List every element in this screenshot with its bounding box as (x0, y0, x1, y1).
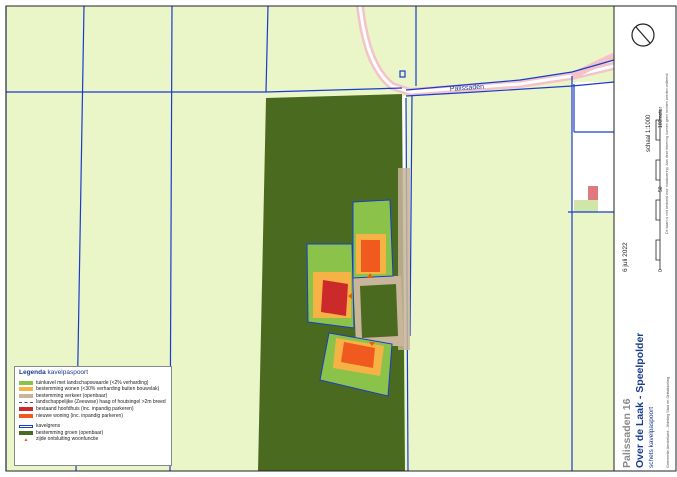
legend-label: tuinkavel met landschapswaarde (<2% verh… (36, 379, 149, 386)
legend-title-main: Legenda (19, 369, 46, 376)
legend-swatch (19, 394, 33, 399)
legend-item: bestemming verkeer (openbaar) (19, 393, 167, 400)
legend-label: bestemming wonen (<30% verharding buiten… (36, 386, 160, 393)
legend-swatch (19, 413, 33, 418)
legend-item: bestaand hoofdhuis (inc. inpandig parker… (19, 406, 167, 413)
disclaimer-text: De kaart is niet bedoeld voor maatvoerin… (665, 73, 669, 234)
legend-swatch (19, 387, 33, 392)
legend-item: nieuwe woning (inc. inpandig parkeren) (19, 413, 167, 420)
legend-label: bestemming verkeer (openbaar) (36, 392, 108, 399)
scale-tick-100: 100meter (658, 107, 664, 128)
legend-swatch (19, 380, 33, 385)
legend-label: zijde ontsluiting woonfunctie (36, 436, 99, 443)
building (588, 186, 598, 200)
legend-title: Legenda kavelpaspoort (19, 369, 167, 377)
groen-island (360, 284, 398, 338)
legend-label: bestaand hoofdhuis (inc. inpandig parker… (36, 405, 134, 412)
legend-label: kavelgrens (36, 423, 61, 430)
plot-north (352, 199, 394, 279)
subtitle-label: schets kavelpaspoort (648, 407, 655, 468)
legend-swatch (19, 402, 33, 404)
legend-item: ▲ zijde ontsluiting woonfunctie (23, 436, 99, 443)
project-title: Over de Laak - Speelpolder (634, 333, 646, 468)
scale-tick-0: 0 (658, 269, 664, 272)
legend: Legenda kavelpaspoort tuinkavel met land… (14, 366, 172, 466)
legend-item: landschappelijke (Zeeuwse) haag of houts… (19, 399, 167, 406)
plot-west (306, 243, 355, 329)
legend-item: bestemming wonen (<30% verharding buiten… (19, 386, 167, 393)
legend-swatch (19, 431, 33, 436)
legend-title-suffix: kavelpaspoort (47, 369, 89, 376)
scale-label: schaal 1:1000 (646, 114, 652, 152)
legend-item: tuinkavel met landschapswaarde (<2% verh… (19, 380, 167, 387)
title-block: De kaart is niet bedoeld voor maatvoerin… (613, 5, 677, 472)
legend-label: landschappelijke (Zeeuwse) haag of houts… (36, 399, 166, 406)
garden (574, 200, 598, 212)
scale-tick-50: 50 (658, 186, 664, 192)
legend-label: bestemming groen (openbaar) (36, 429, 104, 436)
legend-swatch (19, 407, 33, 412)
address-title: Palissaden 16 (621, 398, 633, 468)
legend-item: kavelgrens (19, 423, 167, 430)
legend-label: nieuwe woning (inc. inpandig parkeren) (36, 412, 123, 419)
legend-items: tuinkavel met landschapswaarde (<2% verh… (19, 380, 167, 443)
legend-item: bestemming groen (openbaar) (19, 430, 167, 437)
legend-swatch (19, 424, 33, 428)
credit-label: Gemeente Amstelland - Afdeling Stad en O… (666, 377, 670, 468)
date-label: 6 juli 2022 (622, 242, 629, 272)
